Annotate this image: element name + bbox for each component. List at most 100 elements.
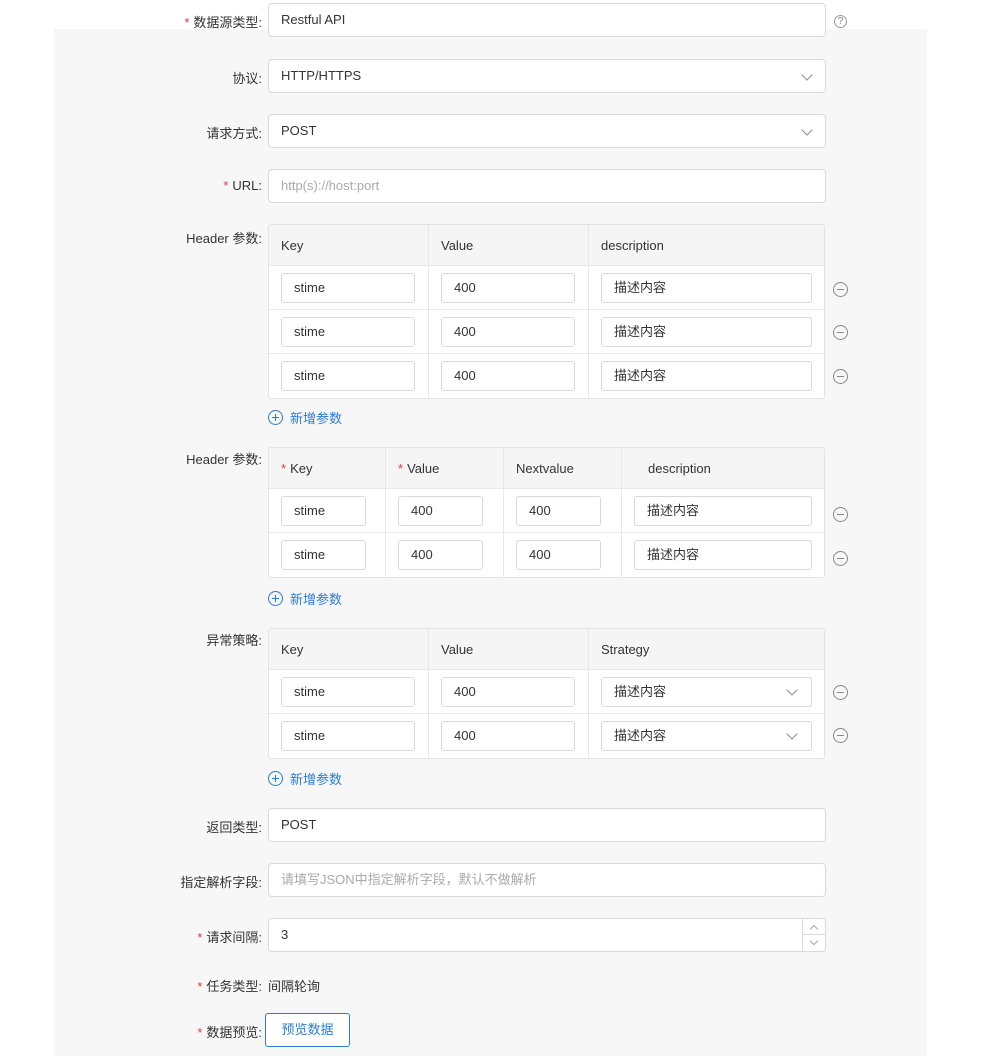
column-header: description	[648, 461, 711, 476]
description-input[interactable]: 描述内容	[601, 273, 812, 303]
remove-row-icon[interactable]	[833, 507, 848, 522]
method-row: 请求方式: POST	[0, 114, 1000, 148]
value-input[interactable]: 400	[441, 677, 575, 707]
header-params-table-2: * Key * Value Nextvalue description stime …	[268, 447, 825, 578]
add-param-button[interactable]: 新增参数	[268, 408, 342, 427]
preview-data-button[interactable]: 预览数据	[265, 1013, 350, 1047]
parse-field-input[interactable]: 请填写JSON中指定解析字段，默认不做解析	[268, 863, 826, 897]
return-type-field[interactable]: POST	[268, 808, 826, 842]
table-row: stime 400 描述内容	[269, 354, 824, 398]
table-row: stime 400 400 描述内容	[269, 489, 824, 533]
key-input[interactable]: stime	[281, 361, 415, 391]
remove-row-icon[interactable]	[833, 685, 848, 700]
column-header: description	[601, 238, 664, 253]
preview-label: * 数据预览:	[197, 1025, 262, 1040]
datasource-type-field[interactable]: Restful API	[268, 3, 826, 37]
description-input[interactable]: 描述内容	[601, 317, 812, 347]
strategy-select[interactable]: 描述内容	[601, 721, 812, 751]
chevron-down-icon	[786, 684, 798, 696]
description-input[interactable]: 描述内容	[634, 540, 812, 570]
add-param-button[interactable]: 新增参数	[268, 769, 342, 788]
column-header: * Value	[386, 448, 504, 488]
value-input[interactable]: 400	[441, 273, 575, 303]
chevron-down-icon	[801, 124, 813, 136]
key-input[interactable]: stime	[281, 273, 415, 303]
column-header: Nextvalue	[504, 448, 622, 488]
remove-row-icon[interactable]	[833, 551, 848, 566]
remove-row-icon[interactable]	[833, 325, 848, 340]
chevron-down-icon	[801, 69, 813, 81]
stepper-controls	[802, 919, 825, 951]
plus-circle-icon	[268, 771, 283, 786]
url-row: * URL: http(s)://host:port	[0, 169, 1000, 203]
key-input[interactable]: stime	[281, 677, 415, 707]
task-type-row: * 任务类型: 间隔轮询	[0, 974, 1000, 994]
nextvalue-input[interactable]: 400	[516, 496, 601, 526]
table-row: stime 400 描述内容	[269, 714, 824, 758]
exception-strategy-label: 异常策略:	[206, 633, 262, 648]
value-input[interactable]: 400	[441, 361, 575, 391]
nextvalue-input[interactable]: 400	[516, 540, 601, 570]
table-header-row: Key Value description	[269, 225, 824, 266]
table-header-row: * Key * Value Nextvalue description	[269, 448, 824, 489]
strategy-select[interactable]: 描述内容	[601, 677, 812, 707]
interval-label: * 请求间隔:	[197, 930, 262, 945]
remove-row-icon[interactable]	[833, 282, 848, 297]
table-row: stime 400 描述内容	[269, 670, 824, 714]
question-circle-icon[interactable]: ?	[834, 15, 847, 28]
interval-row: * 请求间隔: 3	[0, 918, 1000, 952]
column-header: * Key	[269, 448, 386, 488]
value-input[interactable]: 400	[441, 721, 575, 751]
exception-strategy-table: Key Value Strategy stime 400 描述内容 stime …	[268, 628, 825, 759]
table-header-row: Key Value Strategy	[269, 629, 824, 670]
table-row: stime 400 描述内容	[269, 310, 824, 354]
return-type-row: 返回类型: POST	[0, 808, 1000, 842]
table-row: stime 400 400 描述内容	[269, 533, 824, 577]
column-header: Value	[429, 629, 589, 669]
url-label: * URL:	[223, 178, 262, 193]
remove-row-icon[interactable]	[833, 369, 848, 384]
remove-row-icon[interactable]	[833, 728, 848, 743]
stepper-down-icon[interactable]	[803, 935, 825, 951]
protocol-select[interactable]: HTTP/HTTPS	[268, 59, 826, 93]
url-input[interactable]: http(s)://host:port	[268, 169, 826, 203]
value-input[interactable]: 400	[398, 540, 483, 570]
preview-row: * 数据预览: 预览数据	[0, 1013, 1000, 1047]
value-input[interactable]: 400	[441, 317, 575, 347]
method-select[interactable]: POST	[268, 114, 826, 148]
header-params-table: Key Value description stime 400 描述内容 sti…	[268, 224, 825, 399]
method-value: POST	[281, 123, 317, 138]
strategy-value: 描述内容	[614, 728, 667, 743]
return-type-label: 返回类型:	[206, 820, 262, 835]
plus-circle-icon	[268, 591, 283, 606]
header-params-label: Header 参数:	[186, 231, 262, 246]
parse-field-label: 指定解析字段:	[180, 875, 262, 890]
method-label: 请求方式:	[206, 126, 262, 141]
key-input[interactable]: stime	[281, 496, 366, 526]
plus-circle-icon	[268, 410, 283, 425]
key-input[interactable]: stime	[281, 540, 366, 570]
interval-value: 3	[281, 927, 289, 942]
datasource-type-row: * 数据源类型: Restful API ?	[0, 3, 1000, 37]
column-header: Key	[269, 629, 429, 669]
protocol-label: 协议:	[232, 71, 262, 86]
datasource-type-label: * 数据源类型:	[184, 15, 262, 30]
interval-stepper[interactable]: 3	[268, 918, 826, 952]
protocol-row: 协议: HTTP/HTTPS	[0, 59, 1000, 93]
add-param-button[interactable]: 新增参数	[268, 589, 342, 608]
parse-field-row: 指定解析字段: 请填写JSON中指定解析字段，默认不做解析	[0, 863, 1000, 897]
strategy-value: 描述内容	[614, 684, 667, 699]
description-input[interactable]: 描述内容	[601, 361, 812, 391]
key-input[interactable]: stime	[281, 317, 415, 347]
stepper-up-icon[interactable]	[803, 919, 825, 935]
chevron-down-icon	[786, 728, 798, 740]
description-input[interactable]: 描述内容	[634, 496, 812, 526]
key-input[interactable]: stime	[281, 721, 415, 751]
protocol-value: HTTP/HTTPS	[281, 68, 362, 83]
task-type-label: * 任务类型:	[197, 979, 262, 994]
column-header: Key	[269, 225, 429, 265]
column-header: Strategy	[601, 642, 650, 657]
value-input[interactable]: 400	[398, 496, 483, 526]
header-params-label: Header 参数:	[186, 452, 262, 467]
task-type-value: 间隔轮询	[268, 979, 321, 994]
